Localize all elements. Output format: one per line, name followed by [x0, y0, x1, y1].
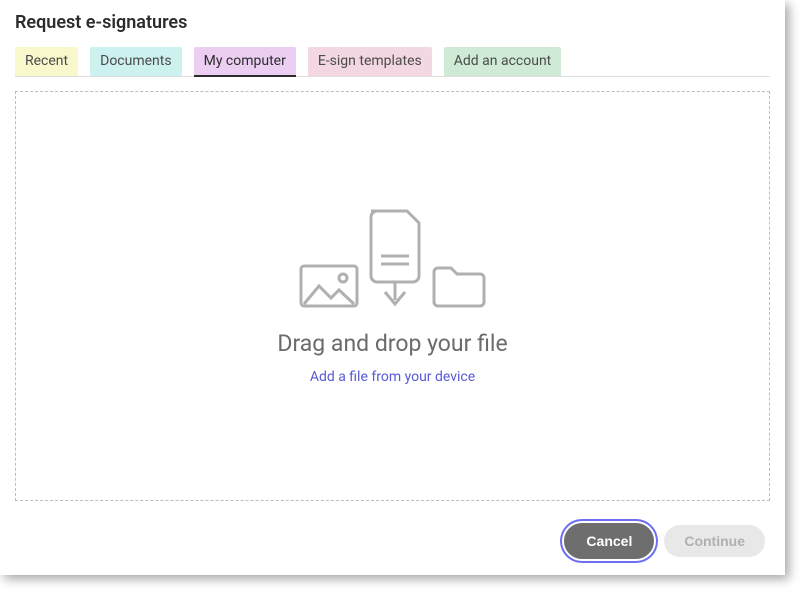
dialog-footer: Cancel Continue — [564, 523, 765, 559]
continue-button: Continue — [664, 525, 765, 557]
source-tabs: Recent Documents My computer E-sign temp… — [15, 47, 770, 77]
tab-add-account[interactable]: Add an account — [444, 47, 562, 76]
add-file-link[interactable]: Add a file from your device — [310, 369, 475, 385]
dropzone-icons — [299, 208, 487, 312]
dialog-title: Request e-signatures — [15, 12, 770, 33]
dialog: Request e-signatures Recent Documents My… — [0, 0, 785, 575]
cancel-button[interactable]: Cancel — [564, 523, 654, 559]
folder-icon — [431, 264, 487, 312]
tab-documents[interactable]: Documents — [90, 47, 181, 76]
tab-recent[interactable]: Recent — [15, 47, 78, 76]
tab-my-computer[interactable]: My computer — [194, 47, 296, 76]
document-download-icon — [365, 208, 425, 312]
dropzone-heading: Drag and drop your file — [277, 330, 507, 357]
file-dropzone[interactable]: Drag and drop your file Add a file from … — [15, 91, 770, 501]
tab-esign-templates[interactable]: E-sign templates — [308, 47, 432, 76]
image-icon — [299, 264, 359, 312]
